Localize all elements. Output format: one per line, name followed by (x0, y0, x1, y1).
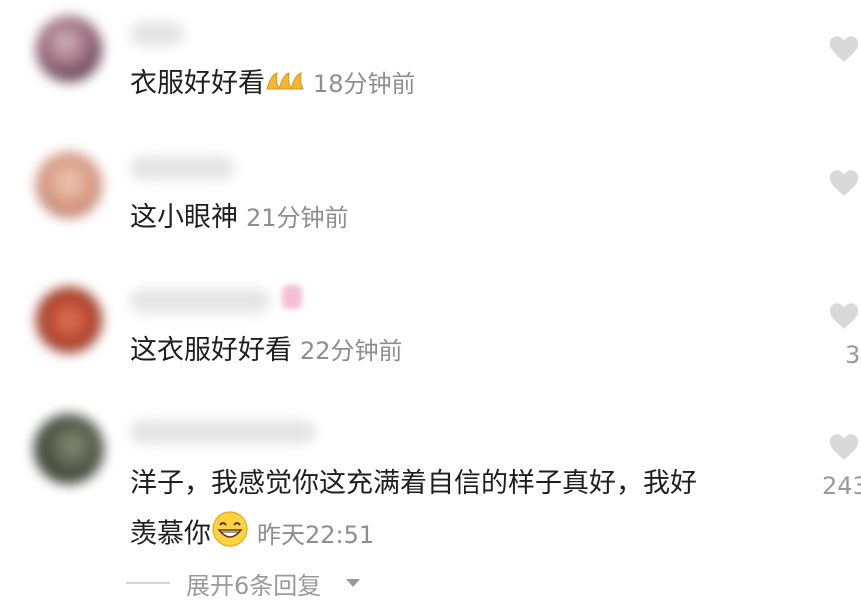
username-blurred[interactable] (130, 289, 270, 313)
clap-emoji (265, 65, 305, 105)
comment-body-cont: 羡慕你 (130, 518, 211, 550)
comment-time: 昨天22:51 (257, 520, 375, 549)
comment-item[interactable]: 衣服好好看 18分钟前 (0, 0, 861, 130)
comment-text: 衣服好好看 18分钟前 (130, 64, 416, 105)
like-button[interactable] (827, 32, 861, 66)
comment-body: 这衣服好好看 (130, 335, 292, 366)
username-blurred[interactable] (130, 22, 184, 46)
comment-text: 这小眼神 21分钟前 (130, 198, 349, 238)
comment-body: 衣服好好看 (130, 68, 265, 99)
divider (126, 582, 170, 584)
avatar[interactable] (36, 287, 102, 353)
expand-replies-button[interactable]: 展开6条回复 (126, 560, 386, 600)
like-count: 243 (822, 472, 861, 500)
username-badge (282, 285, 302, 309)
comment-line-1: 洋子，我感觉你这充满着自信的样子真好，我好 (130, 468, 697, 499)
heart-icon (829, 170, 859, 196)
heart-icon (829, 303, 859, 329)
comment-body: 这小眼神 (130, 202, 238, 233)
comment-time: 18分钟前 (313, 70, 416, 98)
comment-item[interactable]: 这衣服好好看 22分钟前 3 (0, 265, 861, 400)
heart-icon (829, 434, 859, 460)
like-button[interactable] (827, 299, 861, 333)
heart-icon (829, 36, 859, 62)
like-button[interactable] (827, 166, 861, 200)
expand-replies-label: 展开6条回复 (186, 572, 322, 600)
comment-text: 洋子，我感觉你这充满着自信的样子真好，我好 羡慕你 昨天22:51 (130, 464, 697, 560)
comment-time: 22分钟前 (300, 337, 403, 365)
chevron-down-icon (346, 579, 360, 587)
comment-line-2: 羡慕你 昨天22:51 (130, 510, 697, 560)
comment-item[interactable]: 这小眼神 21分钟前 (0, 130, 861, 265)
comment-item[interactable]: 洋子，我感觉你这充满着自信的样子真好，我好 羡慕你 昨天22:51 243 (0, 400, 861, 560)
grin-emoji (211, 510, 249, 560)
like-count: 3 (845, 341, 861, 369)
avatar[interactable] (36, 152, 102, 218)
username-blurred[interactable] (130, 420, 316, 444)
avatar[interactable] (34, 414, 104, 484)
username-blurred[interactable] (130, 156, 234, 180)
avatar[interactable] (36, 16, 102, 82)
comment-time: 21分钟前 (246, 204, 349, 232)
like-button[interactable] (827, 430, 861, 464)
comment-text: 这衣服好好看 22分钟前 (130, 331, 403, 371)
